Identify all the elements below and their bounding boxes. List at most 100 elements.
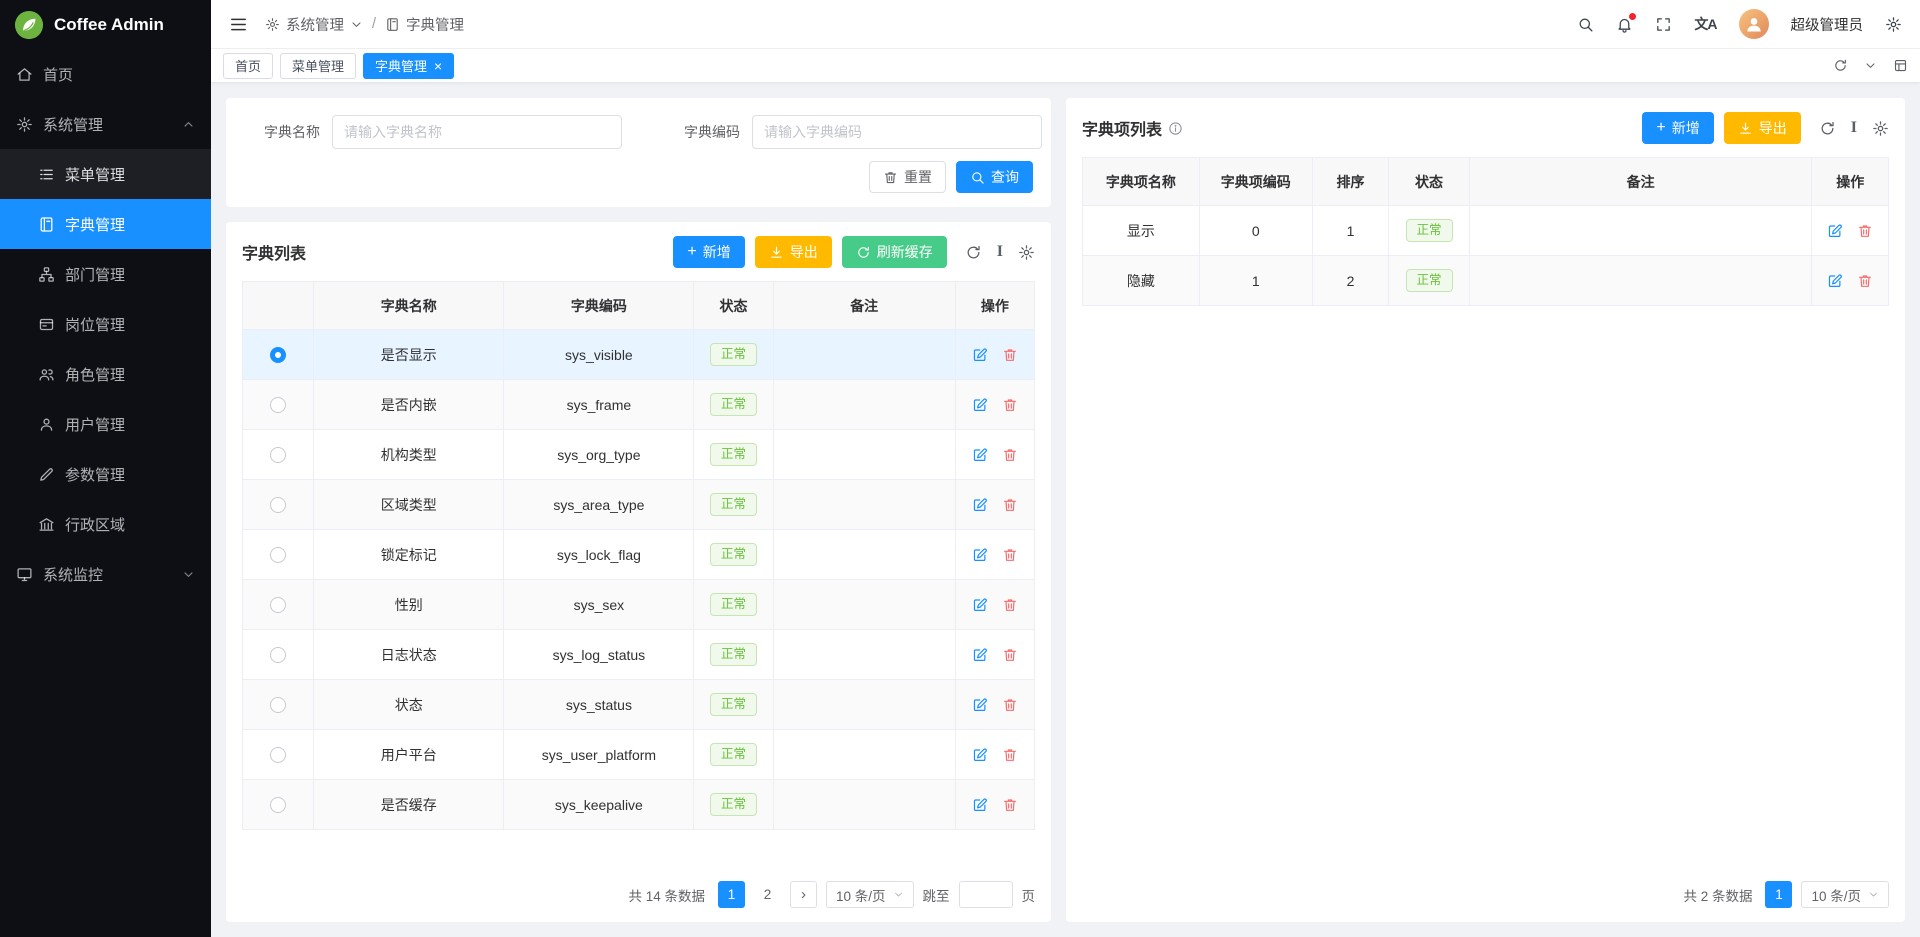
table-row: 是否缓存 sys_keepalive 正常 [243,780,1035,830]
delete-icon[interactable] [1002,497,1018,513]
search-button[interactable]: 查询 [956,161,1033,193]
dict-name-cell: 是否缓存 [314,780,504,830]
refresh-icon[interactable] [965,244,982,261]
delete-icon[interactable] [1002,347,1018,363]
layout-icon[interactable] [1893,58,1908,73]
edit-icon[interactable] [972,397,988,413]
tab-menu-mgmt[interactable]: 菜单管理 [280,53,356,79]
row-radio[interactable] [270,697,286,713]
dict-name-input[interactable] [332,115,622,149]
remark-cell [773,330,955,380]
row-radio[interactable] [270,397,286,413]
language-icon[interactable]: 文A [1694,14,1716,34]
refresh-icon[interactable] [1819,120,1836,137]
sidebar-item-role-mgmt[interactable]: 角色管理 [0,349,211,399]
edit-icon[interactable] [972,797,988,813]
reset-button[interactable]: 重置 [869,161,946,193]
breadcrumb-item-system[interactable]: 系统管理 [265,14,363,35]
add-dict-item-button[interactable]: + 新增 [1642,112,1713,144]
status-badge: 正常 [710,343,757,367]
item-code-cell: 1 [1199,256,1312,306]
sidebar-item-dict-mgmt[interactable]: 字典管理 [0,199,211,249]
edit-icon[interactable] [972,347,988,363]
row-radio[interactable] [270,497,286,513]
density-icon[interactable]: I [1851,120,1857,136]
delete-icon[interactable] [1002,547,1018,563]
column-settings-gear-icon[interactable] [1872,120,1889,137]
page-2-button[interactable]: 2 [754,881,781,908]
export-dict-items-button[interactable]: 导出 [1724,112,1801,144]
avatar[interactable] [1739,9,1769,39]
add-dict-button[interactable]: + 新增 [673,236,744,268]
tab-label: 字典管理 [375,56,427,75]
sidebar-item-home[interactable]: 首页 [0,49,211,99]
delete-icon[interactable] [1002,797,1018,813]
remark-cell [773,380,955,430]
delete-icon[interactable] [1002,397,1018,413]
hamburger-icon[interactable] [229,15,248,34]
sidebar-item-admin-region[interactable]: 行政区域 [0,499,211,549]
sidebar-item-system-mgmt[interactable]: 系统管理 [0,99,211,149]
chevron-down-icon[interactable] [1864,59,1877,72]
sidebar-item-label: 系统监控 [43,564,103,585]
delete-icon[interactable] [1002,647,1018,663]
delete-icon[interactable] [1002,697,1018,713]
export-dict-button[interactable]: 导出 [755,236,832,268]
edit-icon[interactable] [1827,223,1843,239]
delete-icon[interactable] [1857,273,1873,289]
tab-dict-mgmt[interactable]: 字典管理 × [363,53,454,79]
edit-icon[interactable] [1827,273,1843,289]
edit-icon[interactable] [972,747,988,763]
row-radio[interactable] [270,797,286,813]
item-sort-cell: 1 [1312,206,1389,256]
info-icon[interactable] [1168,121,1183,136]
refresh-icon[interactable] [1833,58,1848,73]
username[interactable]: 超级管理员 [1791,14,1864,35]
delete-icon[interactable] [1002,747,1018,763]
sidebar-item-user-mgmt[interactable]: 用户管理 [0,399,211,449]
search-icon[interactable] [1577,16,1594,33]
page-1-button[interactable]: 1 [1765,881,1792,908]
breadcrumb-separator: / [372,16,376,32]
row-radio[interactable] [270,597,286,613]
sidebar-item-dept-mgmt[interactable]: 部门管理 [0,249,211,299]
delete-icon[interactable] [1002,447,1018,463]
dict-code-input[interactable] [752,115,1042,149]
edit-icon[interactable] [972,647,988,663]
status-badge: 正常 [710,393,757,417]
sidebar-item-menu-mgmt[interactable]: 菜单管理 [0,149,211,199]
page-size-select[interactable]: 10 条/页 [826,881,914,908]
refresh-cache-button[interactable]: 刷新缓存 [842,236,947,268]
sidebar-item-post-mgmt[interactable]: 岗位管理 [0,299,211,349]
density-icon[interactable]: I [997,244,1003,260]
notification-bell-icon[interactable] [1616,16,1633,33]
dict-code-cell: sys_frame [504,380,694,430]
row-radio[interactable] [270,647,286,663]
jump-page-input[interactable] [959,881,1013,908]
edit-icon[interactable] [972,497,988,513]
fullscreen-icon[interactable] [1655,16,1672,33]
delete-icon[interactable] [1857,223,1873,239]
edit-icon[interactable] [972,447,988,463]
close-icon[interactable]: × [434,59,442,73]
row-radio[interactable] [270,547,286,563]
page-size-value: 10 条/页 [1811,885,1861,905]
page-1-button[interactable]: 1 [718,881,745,908]
tab-home[interactable]: 首页 [223,53,273,79]
book-icon [38,216,55,233]
column-settings-gear-icon[interactable] [1018,244,1035,261]
sidebar-item-param-mgmt[interactable]: 参数管理 [0,449,211,499]
edit-icon[interactable] [972,547,988,563]
row-radio[interactable] [270,347,286,363]
row-radio[interactable] [270,747,286,763]
delete-icon[interactable] [1002,597,1018,613]
next-page-button[interactable]: › [790,881,817,908]
gear-icon [16,116,33,133]
edit-icon[interactable] [972,597,988,613]
row-radio[interactable] [270,447,286,463]
edit-icon[interactable] [972,697,988,713]
settings-gear-icon[interactable] [1885,16,1902,33]
breadcrumb-label: 系统管理 [286,14,344,35]
page-size-select[interactable]: 10 条/页 [1801,881,1889,908]
sidebar-item-system-monitor[interactable]: 系统监控 [0,549,211,599]
